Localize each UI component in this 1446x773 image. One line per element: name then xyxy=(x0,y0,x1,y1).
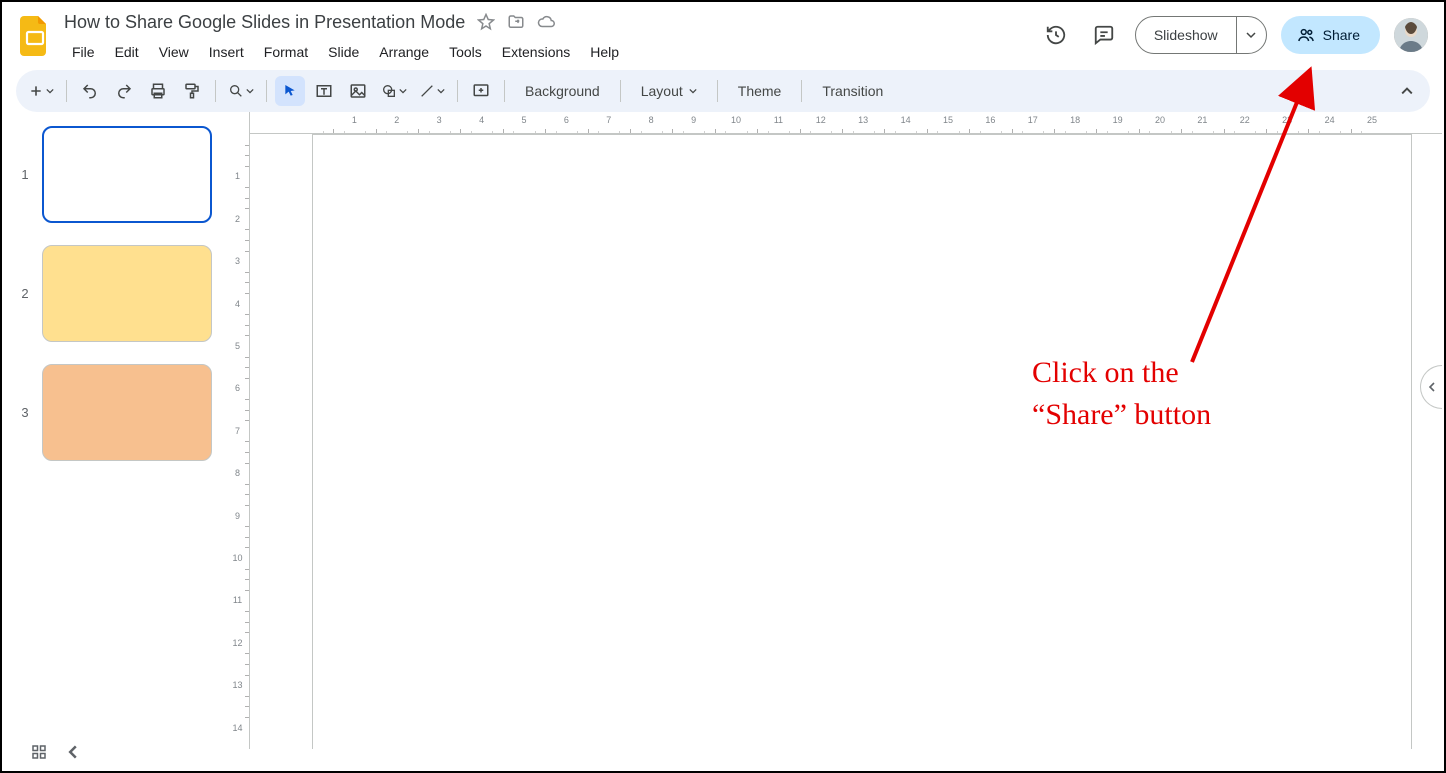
select-tool[interactable] xyxy=(275,76,305,106)
slide-number: 2 xyxy=(8,286,42,301)
image-button[interactable] xyxy=(343,76,373,106)
menu-view[interactable]: View xyxy=(151,40,197,64)
slide-thumbnail[interactable]: 3 xyxy=(8,364,222,461)
share-label: Share xyxy=(1323,27,1360,43)
background-button[interactable]: Background xyxy=(513,76,612,106)
textbox-button[interactable] xyxy=(309,76,339,106)
layout-label: Layout xyxy=(641,83,683,99)
theme-button[interactable]: Theme xyxy=(726,76,794,106)
toolbar-separator xyxy=(717,80,718,102)
horizontal-ruler: 1234567891011121314151617181920212223242… xyxy=(250,112,1442,134)
slides-app-icon[interactable] xyxy=(16,12,54,60)
menu-file[interactable]: File xyxy=(64,40,103,64)
toolbar-separator xyxy=(620,80,621,102)
history-icon[interactable] xyxy=(1039,18,1073,52)
menu-format[interactable]: Format xyxy=(256,40,316,64)
workspace: 1 2 3 1234567891011121314 1234567891011121… xyxy=(4,112,1442,749)
cloud-status-icon[interactable] xyxy=(537,13,555,31)
menu-extensions[interactable]: Extensions xyxy=(494,40,578,64)
slideshow-dropdown[interactable] xyxy=(1236,17,1266,53)
slide-thumb-preview[interactable] xyxy=(42,364,212,461)
collapse-toolbar-button[interactable] xyxy=(1392,76,1422,106)
slide-thumbnail[interactable]: 2 xyxy=(8,245,222,342)
slide-canvas[interactable] xyxy=(312,134,1412,749)
slide-number: 1 xyxy=(8,167,42,182)
toolbar-separator xyxy=(215,80,216,102)
account-avatar[interactable] xyxy=(1394,18,1428,52)
menu-arrange[interactable]: Arrange xyxy=(371,40,437,64)
menu-bar: File Edit View Insert Format Slide Arran… xyxy=(64,40,627,64)
share-people-icon xyxy=(1297,26,1315,44)
menu-help[interactable]: Help xyxy=(582,40,627,64)
grid-view-icon[interactable] xyxy=(30,743,48,761)
transition-button[interactable]: Transition xyxy=(810,76,895,106)
toolbar-separator xyxy=(66,80,67,102)
slide-thumb-preview[interactable] xyxy=(42,126,212,223)
toolbar-separator xyxy=(457,80,458,102)
slideshow-button[interactable]: Slideshow xyxy=(1135,16,1267,54)
slide-thumbnail[interactable]: 1 xyxy=(8,126,222,223)
print-button[interactable] xyxy=(143,76,173,106)
line-button[interactable] xyxy=(415,76,449,106)
undo-button[interactable] xyxy=(75,76,105,106)
title-bar: How to Share Google Slides in Presentati… xyxy=(2,2,1444,66)
add-comment-button[interactable] xyxy=(466,76,496,106)
new-slide-button[interactable] xyxy=(24,76,58,106)
toolbar-separator xyxy=(801,80,802,102)
canvas-area: 1234567891011121314151617181920212223242… xyxy=(250,112,1442,749)
slide-thumbnail-list: 1 2 3 xyxy=(4,112,226,749)
toolbar-separator xyxy=(266,80,267,102)
shape-button[interactable] xyxy=(377,76,411,106)
comments-icon[interactable] xyxy=(1087,18,1121,52)
share-button[interactable]: Share xyxy=(1281,16,1380,54)
slide-thumb-preview[interactable] xyxy=(42,245,212,342)
redo-button[interactable] xyxy=(109,76,139,106)
menu-edit[interactable]: Edit xyxy=(107,40,147,64)
doc-title[interactable]: How to Share Google Slides in Presentati… xyxy=(64,12,465,33)
bottom-bar xyxy=(4,735,1442,769)
star-icon[interactable] xyxy=(477,13,495,31)
zoom-button[interactable] xyxy=(224,76,258,106)
toolbar-separator xyxy=(504,80,505,102)
menu-slide[interactable]: Slide xyxy=(320,40,367,64)
paint-format-button[interactable] xyxy=(177,76,207,106)
vertical-ruler: 1234567891011121314 xyxy=(226,112,250,749)
layout-button[interactable]: Layout xyxy=(629,76,709,106)
menu-tools[interactable]: Tools xyxy=(441,40,490,64)
menu-insert[interactable]: Insert xyxy=(201,40,252,64)
prev-slide-icon[interactable] xyxy=(66,745,80,759)
slide-number: 3 xyxy=(8,405,42,420)
slideshow-label: Slideshow xyxy=(1136,17,1236,53)
toolbar: Background Layout Theme Transition xyxy=(16,70,1430,112)
move-folder-icon[interactable] xyxy=(507,13,525,31)
